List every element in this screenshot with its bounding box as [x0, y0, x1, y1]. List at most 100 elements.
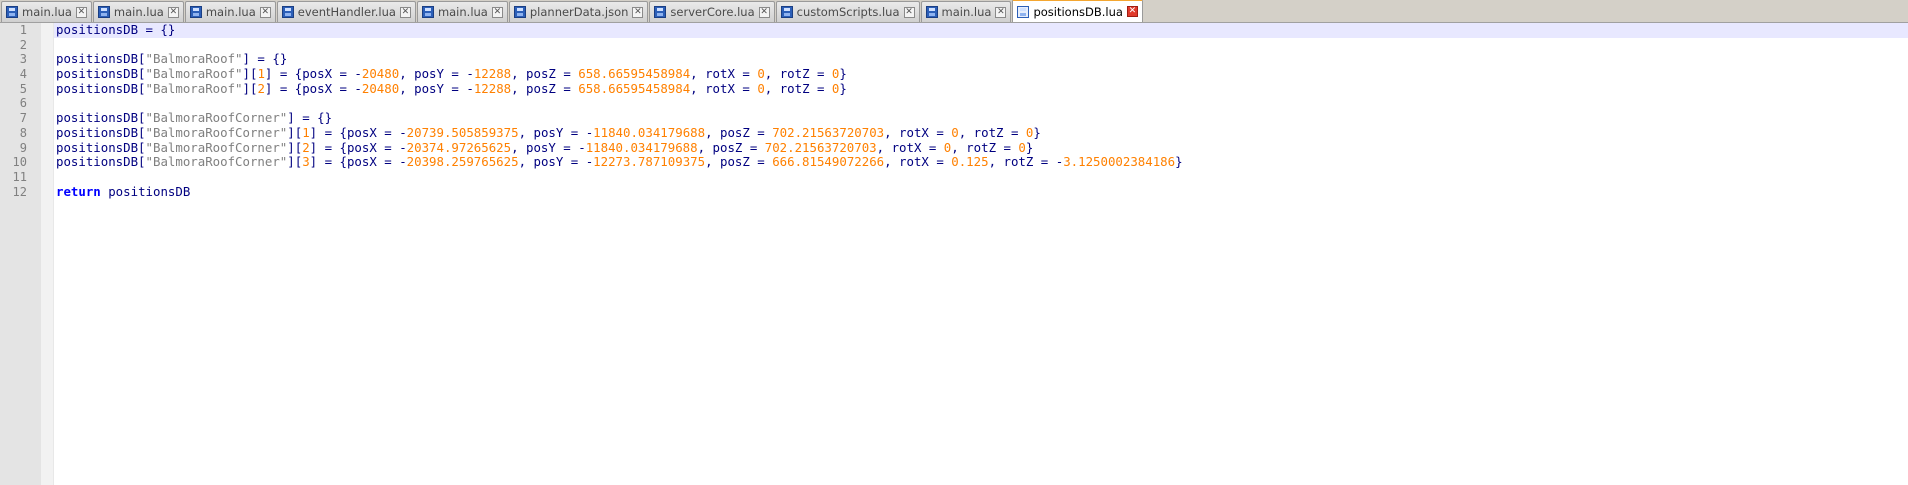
- code-token-num: 1: [302, 124, 310, 140]
- code-token-num: 11840.034179688: [585, 139, 698, 155]
- tab-label: eventHandler.lua: [297, 5, 396, 19]
- line-number: 7: [19, 111, 27, 126]
- code-token-plain: , rotZ = -: [988, 154, 1064, 170]
- code-token-plain: }: [839, 66, 847, 82]
- code-line[interactable]: positionsDB["BalmoraRoofCorner"][2] = {p…: [54, 139, 1908, 156]
- close-tab-icon[interactable]: ✕: [903, 6, 915, 18]
- code-token-plain: ][: [287, 124, 303, 140]
- code-token-str: "BalmoraRoofCorner": [145, 139, 288, 155]
- save-disk-icon: [6, 6, 18, 18]
- close-tab-icon[interactable]: ✕: [1126, 6, 1138, 17]
- save-disk-icon: [654, 6, 667, 18]
- save-disk-icon: [513, 6, 526, 18]
- code-token-num: 20480: [361, 66, 400, 82]
- code-token-str: "BalmoraRoofCorner": [145, 124, 288, 140]
- code-token-plain: ] = {posX = -: [264, 66, 362, 82]
- tab-bar: main.lua ✕ main.lua ✕ main.lua ✕ eventHandler.…: [0, 0, 1908, 23]
- code-token-num: 0: [1018, 139, 1026, 155]
- tab-file[interactable]: customScripts.lua ✕: [775, 1, 920, 22]
- tab-label: serverCore.lua: [670, 5, 755, 19]
- save-disk-icon: [780, 6, 793, 18]
- tab-active-file[interactable]: positionsDB.lua ✕: [1012, 0, 1143, 22]
- code-token-str: "BalmoraRoof": [145, 51, 243, 67]
- code-token-num: 3.1250002384186: [1063, 154, 1176, 170]
- tab-file[interactable]: serverCore.lua ✕: [649, 1, 775, 22]
- code-line[interactable]: [54, 38, 1908, 53]
- code-token-plain: ] = {posX = -: [309, 154, 407, 170]
- code-token-num: 702.21563720703: [772, 124, 885, 140]
- save-disk-icon: [97, 6, 110, 18]
- code-token-plain: }: [1025, 139, 1034, 155]
- tab-file[interactable]: plannerData.json ✕: [508, 1, 649, 22]
- close-tab-icon[interactable]: ✕: [399, 6, 411, 18]
- close-tab-icon[interactable]: ✕: [995, 6, 1007, 18]
- save-disk-icon: [421, 6, 434, 18]
- line-number: 5: [19, 81, 27, 96]
- tab-file[interactable]: main.lua ✕: [184, 1, 276, 22]
- tab-label: main.lua: [113, 5, 164, 19]
- code-token-num: 702.21563720703: [764, 139, 877, 155]
- code-token-plain: ] = {posX = -: [264, 80, 362, 96]
- close-tab-icon[interactable]: ✕: [259, 6, 271, 18]
- code-token-plain: , rotX =: [690, 80, 758, 96]
- code-token-num: 11840.034179688: [593, 124, 706, 140]
- tab-label: main.lua: [941, 5, 992, 19]
- save-disk-icon: [189, 6, 202, 18]
- code-token-plain: ] = {posX = -: [309, 124, 407, 140]
- code-line[interactable]: return positionsDB: [54, 184, 1908, 200]
- code-token-num: 658.66595458984: [578, 66, 691, 82]
- code-token-num: 20739.505859375: [406, 124, 519, 140]
- code-token-num: 20398.259765625: [406, 154, 519, 170]
- code-line[interactable]: [54, 96, 1908, 111]
- code-token-plain: , rotZ =: [951, 139, 1019, 155]
- code-token-num: 20480: [361, 80, 400, 96]
- code-token-num: 658.66595458984: [578, 80, 691, 96]
- tab-file[interactable]: main.lua ✕: [1, 1, 92, 22]
- tab-file[interactable]: main.lua ✕: [920, 1, 1012, 22]
- save-disk-icon: [1017, 5, 1030, 18]
- code-token-plain: , posZ =: [511, 66, 579, 82]
- tab-file[interactable]: main.lua ✕: [92, 1, 184, 22]
- code-token-num: 1: [257, 66, 265, 82]
- close-tab-icon[interactable]: ✕: [632, 6, 644, 18]
- tab-file[interactable]: eventHandler.lua ✕: [276, 1, 416, 22]
- close-tab-icon[interactable]: ✕: [491, 6, 503, 18]
- code-line[interactable]: positionsDB["BalmoraRoof"][1] = {posX = …: [54, 66, 1908, 82]
- code-token-num: 3: [302, 154, 310, 170]
- code-token-plain: }: [1033, 124, 1041, 140]
- code-token-plain: ] = {posX = -: [309, 139, 407, 155]
- code-line[interactable]: positionsDB["BalmoraRoofCorner"] = {}: [54, 110, 1908, 126]
- code-token-plain: , rotX =: [884, 154, 952, 170]
- line-number: 12: [12, 184, 27, 199]
- line-number: 3: [19, 52, 27, 67]
- tab-file[interactable]: main.lua ✕: [416, 1, 508, 22]
- line-number-gutter: 1 2 3 4 5 6 7 8 9 10 11 12: [0, 23, 41, 485]
- tab-label: main.lua: [437, 5, 488, 19]
- code-token-plain: positionsDB[: [56, 154, 146, 170]
- line-number: 10: [12, 155, 27, 170]
- close-tab-icon[interactable]: ✕: [758, 6, 770, 18]
- line-number: 11: [12, 169, 27, 184]
- code-token-num: 2: [302, 139, 310, 155]
- line-number: 6: [19, 96, 27, 111]
- save-disk-icon: [925, 6, 938, 18]
- code-line[interactable]: positionsDB["BalmoraRoofCorner"][3] = {p…: [54, 154, 1908, 170]
- code-line[interactable]: [54, 170, 1908, 185]
- code-token-plain: positionsDB[: [56, 124, 146, 140]
- code-editor[interactable]: 1 2 3 4 5 6 7 8 9 10 11 12 positionsDB = {} positio…: [0, 22, 1908, 485]
- save-disk-icon: [281, 6, 294, 18]
- code-token-num: 2: [257, 80, 265, 96]
- fold-margin[interactable]: [41, 23, 54, 485]
- code-line[interactable]: positionsDB = {}: [54, 22, 1908, 38]
- code-line[interactable]: positionsDB["BalmoraRoofCorner"][1] = {p…: [54, 124, 1908, 141]
- code-token-num: 0: [951, 124, 959, 140]
- code-token-plain: , rotX =: [690, 66, 758, 82]
- close-tab-icon[interactable]: ✕: [167, 6, 179, 18]
- code-token-plain: , rotZ =: [958, 124, 1026, 140]
- close-tab-icon[interactable]: ✕: [75, 6, 87, 18]
- code-area[interactable]: positionsDB = {} positionsDB["BalmoraRoo…: [54, 22, 1908, 485]
- line-number: 8: [19, 125, 27, 140]
- code-line[interactable]: positionsDB["BalmoraRoof"] = {}: [54, 52, 1908, 67]
- code-line[interactable]: positionsDB["BalmoraRoof"][2] = {posX = …: [54, 80, 1908, 97]
- code-token-plain: positionsDB[: [56, 139, 146, 155]
